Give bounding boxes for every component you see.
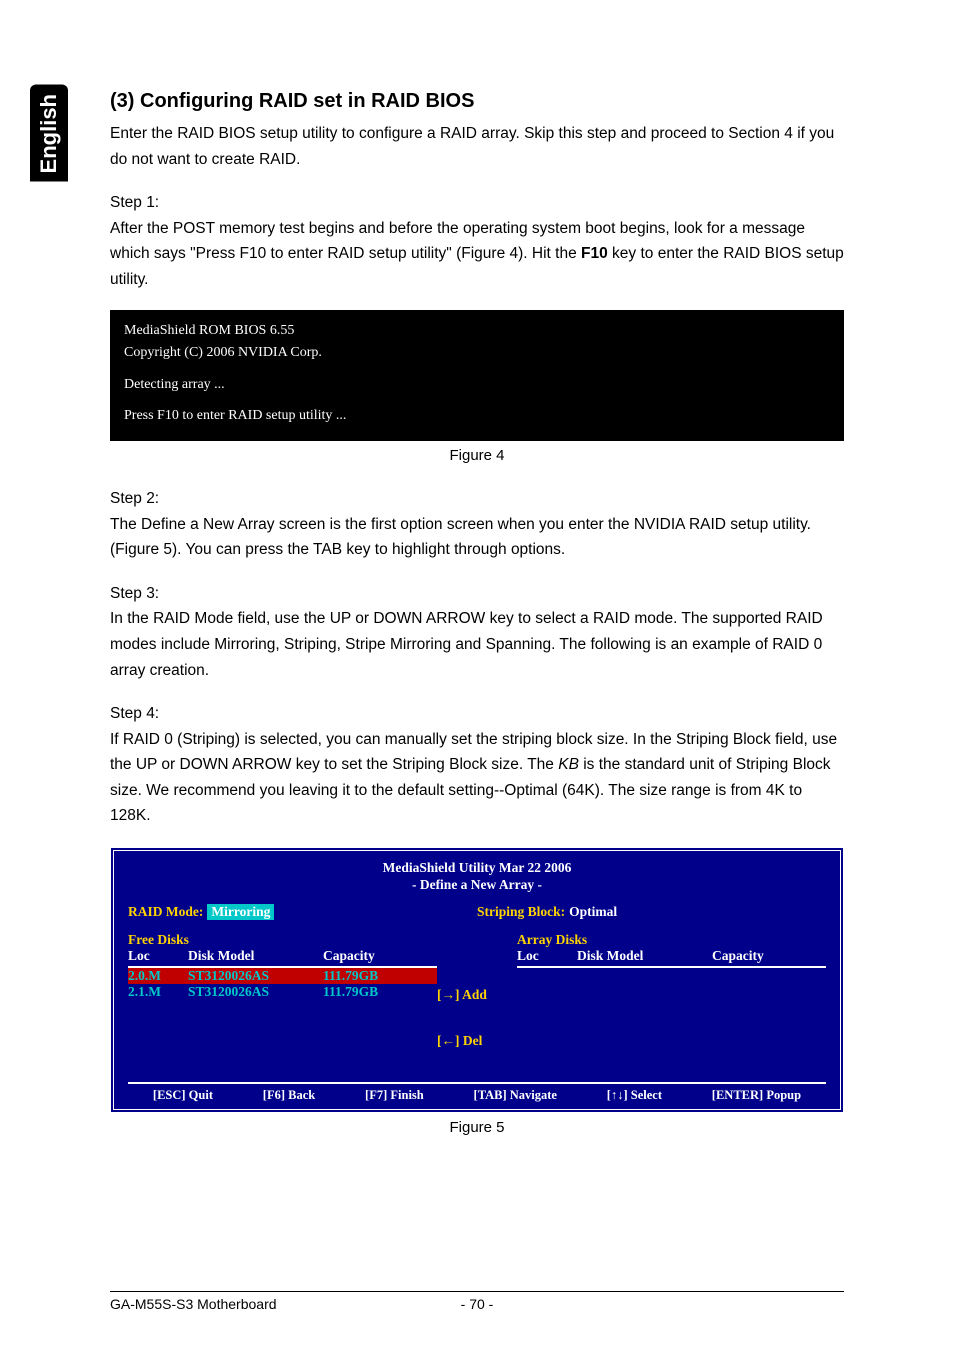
disk-loc: 2.1.M bbox=[128, 984, 188, 1000]
footer-left: GA-M55S-S3 Motherboard bbox=[110, 1296, 461, 1312]
array-disks-title: Array Disks bbox=[517, 932, 826, 948]
console-line: Press F10 to enter RAID setup utility ..… bbox=[124, 405, 830, 427]
step2-label: Step 2: bbox=[110, 486, 844, 512]
page-content: (3) Configuring RAID set in RAID BIOS En… bbox=[0, 0, 954, 1198]
col-model-header: Disk Model bbox=[577, 948, 712, 964]
del-action[interactable]: [←] Del bbox=[437, 1033, 482, 1049]
figure4-caption: Figure 4 bbox=[110, 447, 844, 464]
free-disks-panel: Free Disks Loc Disk Model Capacity 2.0.M… bbox=[128, 932, 437, 1076]
step4-label: Step 4: bbox=[110, 701, 844, 727]
footer-page-number: - 70 - bbox=[461, 1296, 494, 1312]
raid-mode-label: RAID Mode: bbox=[128, 904, 203, 920]
disk-header-row: Loc Disk Model Capacity bbox=[128, 948, 437, 964]
add-action[interactable]: [→] Add bbox=[437, 987, 487, 1003]
disk-model: ST3120026AS bbox=[188, 984, 323, 1000]
figure5-caption: Figure 5 bbox=[110, 1119, 844, 1136]
disk-cap: 111.79GB bbox=[323, 984, 433, 1000]
col-loc-header: Loc bbox=[128, 948, 188, 964]
disk-model: ST3120026AS bbox=[188, 968, 323, 984]
select-hint: [↑↓] Select bbox=[607, 1088, 662, 1103]
striping-block-value: Optimal bbox=[569, 904, 617, 920]
array-disks-panel: Array Disks Loc Disk Model Capacity bbox=[517, 932, 826, 1076]
col-cap-header: Capacity bbox=[712, 948, 822, 964]
back-action[interactable]: [F6] Back bbox=[263, 1088, 315, 1103]
console-line: Detecting array ... bbox=[124, 374, 830, 396]
step4-kb: KB bbox=[558, 756, 579, 773]
disk-header-row: Loc Disk Model Capacity bbox=[517, 948, 826, 964]
navigate-hint: [TAB] Navigate bbox=[474, 1088, 557, 1103]
disk-transfer-controls: [→] Add [←] Del bbox=[437, 932, 517, 1076]
step1-key: F10 bbox=[581, 245, 608, 262]
col-loc-header: Loc bbox=[517, 948, 577, 964]
console-line: Copyright (C) 2006 NVIDIA Corp. bbox=[124, 342, 830, 364]
bios-options-row: RAID Mode: Mirroring Striping Block: Opt… bbox=[128, 904, 826, 920]
step3-label: Step 3: bbox=[110, 581, 844, 607]
disk-loc: 2.0.M bbox=[128, 968, 188, 984]
step2-text: The Define a New Array screen is the fir… bbox=[110, 512, 844, 563]
free-disks-title: Free Disks bbox=[128, 932, 437, 948]
bios-title-line2: - Define a New Array - bbox=[128, 876, 826, 894]
free-disks-list[interactable]: 2.0.M ST3120026AS 111.79GB 2.1.M ST31200… bbox=[128, 966, 437, 1076]
page-footer: GA-M55S-S3 Motherboard - 70 - bbox=[110, 1291, 844, 1312]
disk-row[interactable]: 2.0.M ST3120026AS 111.79GB bbox=[128, 968, 437, 984]
raid-mode-value: Mirroring bbox=[207, 904, 274, 920]
bios-footer: [ESC] Quit [F6] Back [F7] Finish [TAB] N… bbox=[128, 1082, 826, 1103]
bios-utility: MediaShield Utility Mar 22 2006 - Define… bbox=[110, 847, 844, 1113]
console-line: MediaShield ROM BIOS 6.55 bbox=[124, 320, 830, 342]
step1-label: Step 1: bbox=[110, 190, 844, 216]
footer-right bbox=[493, 1296, 844, 1312]
raid-mode-field[interactable]: RAID Mode: Mirroring bbox=[128, 904, 477, 920]
col-model-header: Disk Model bbox=[188, 948, 323, 964]
disk-area: Free Disks Loc Disk Model Capacity 2.0.M… bbox=[128, 932, 826, 1076]
section-intro: Enter the RAID BIOS setup utility to con… bbox=[110, 121, 844, 172]
bios-title-line1: MediaShield Utility Mar 22 2006 bbox=[128, 859, 826, 877]
striping-block-field[interactable]: Striping Block: Optimal bbox=[477, 904, 826, 920]
step4-text: If RAID 0 (Striping) is selected, you ca… bbox=[110, 727, 844, 829]
col-cap-header: Capacity bbox=[323, 948, 433, 964]
console-output: MediaShield ROM BIOS 6.55 Copyright (C) … bbox=[110, 310, 844, 441]
disk-cap: 111.79GB bbox=[323, 968, 433, 984]
array-disks-list[interactable] bbox=[517, 966, 826, 1076]
popup-hint: [ENTER] Popup bbox=[712, 1088, 801, 1103]
step3-text: In the RAID Mode field, use the UP or DO… bbox=[110, 606, 844, 683]
step1-text: After the POST memory test begins and be… bbox=[110, 216, 844, 293]
bios-title: MediaShield Utility Mar 22 2006 - Define… bbox=[128, 859, 826, 894]
striping-block-label: Striping Block: bbox=[477, 904, 565, 920]
finish-action[interactable]: [F7] Finish bbox=[365, 1088, 424, 1103]
section-title: (3) Configuring RAID set in RAID BIOS bbox=[110, 90, 844, 113]
disk-row[interactable]: 2.1.M ST3120026AS 111.79GB bbox=[128, 984, 437, 1000]
quit-action[interactable]: [ESC] Quit bbox=[153, 1088, 213, 1103]
